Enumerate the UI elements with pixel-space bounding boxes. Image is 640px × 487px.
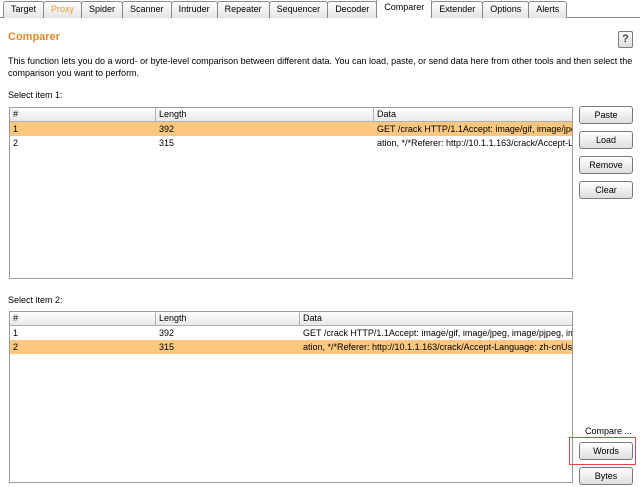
tab-intruder[interactable]: Intruder xyxy=(170,1,218,18)
table-row[interactable]: 1 392 GET /crack HTTP/1.1Accept: image/g… xyxy=(10,122,572,136)
row-length: 315 xyxy=(159,342,175,352)
words-button[interactable]: Words xyxy=(579,442,633,460)
row-length: 392 xyxy=(159,328,175,338)
column-header-number[interactable]: # xyxy=(10,312,156,325)
bytes-button[interactable]: Bytes xyxy=(579,467,633,485)
column-header-number[interactable]: # xyxy=(10,108,156,121)
row-data: GET /crack HTTP/1.1Accept: image/gif, im… xyxy=(377,124,572,134)
row-data: ation, */*Referer: http://10.1.1.163/cra… xyxy=(303,342,572,352)
row-length: 315 xyxy=(159,138,175,148)
item1-table: # Length Data 1 392 GET /crack HTTP/1.1A… xyxy=(9,107,573,279)
page-description: This function lets you do a word- or byt… xyxy=(8,56,633,78)
row-number: 1 xyxy=(13,328,19,338)
table-row[interactable]: 2 315 ation, */*Referer: http://10.1.1.1… xyxy=(10,340,572,354)
column-header-data[interactable]: Data xyxy=(300,312,572,325)
tab-comparer[interactable]: Comparer xyxy=(376,0,433,18)
load-button[interactable]: Load xyxy=(579,131,633,149)
item2-label: Select item 2: xyxy=(8,295,63,305)
tab-spider[interactable]: Spider xyxy=(81,1,124,18)
tab-sequencer[interactable]: Sequencer xyxy=(268,1,329,18)
item2-table-header: # Length Data xyxy=(10,312,572,326)
row-number: 2 xyxy=(13,342,19,352)
item1-table-header: # Length Data xyxy=(10,108,572,122)
help-icon[interactable]: ? xyxy=(618,31,633,48)
row-number: 2 xyxy=(13,138,19,148)
tab-alerts[interactable]: Alerts xyxy=(528,1,568,18)
row-data: ation, */*Referer: http://10.1.1.163/cra… xyxy=(377,138,572,148)
table-row[interactable]: 1 392 GET /crack HTTP/1.1Accept: image/g… xyxy=(10,326,572,340)
tab-options[interactable]: Options xyxy=(482,1,530,18)
tab-extender[interactable]: Extender xyxy=(431,1,484,18)
item2-table: # Length Data 1 392 GET /crack HTTP/1.1A… xyxy=(9,311,573,483)
clear-button[interactable]: Clear xyxy=(579,181,633,199)
tab-repeater[interactable]: Repeater xyxy=(216,1,270,18)
tab-scanner[interactable]: Scanner xyxy=(122,1,172,18)
item1-label: Select item 1: xyxy=(8,90,63,100)
row-number: 1 xyxy=(13,124,19,134)
column-header-data[interactable]: Data xyxy=(374,108,572,121)
tab-proxy[interactable]: Proxy xyxy=(43,1,83,18)
row-data: GET /crack HTTP/1.1Accept: image/gif, im… xyxy=(303,328,572,338)
column-header-length[interactable]: Length xyxy=(156,108,374,121)
tab-target[interactable]: Target xyxy=(3,1,45,18)
column-header-length[interactable]: Length xyxy=(156,312,300,325)
table-row[interactable]: 2 315 ation, */*Referer: http://10.1.1.1… xyxy=(10,136,572,150)
remove-button[interactable]: Remove xyxy=(579,156,633,174)
paste-button[interactable]: Paste xyxy=(579,106,633,124)
tab-decoder[interactable]: Decoder xyxy=(327,1,378,18)
tab-bar: Target Proxy Spider Scanner Intruder Rep… xyxy=(0,0,640,18)
row-length: 392 xyxy=(159,124,175,134)
page-title: Comparer xyxy=(8,31,60,43)
compare-label: Compare ... xyxy=(585,426,633,436)
